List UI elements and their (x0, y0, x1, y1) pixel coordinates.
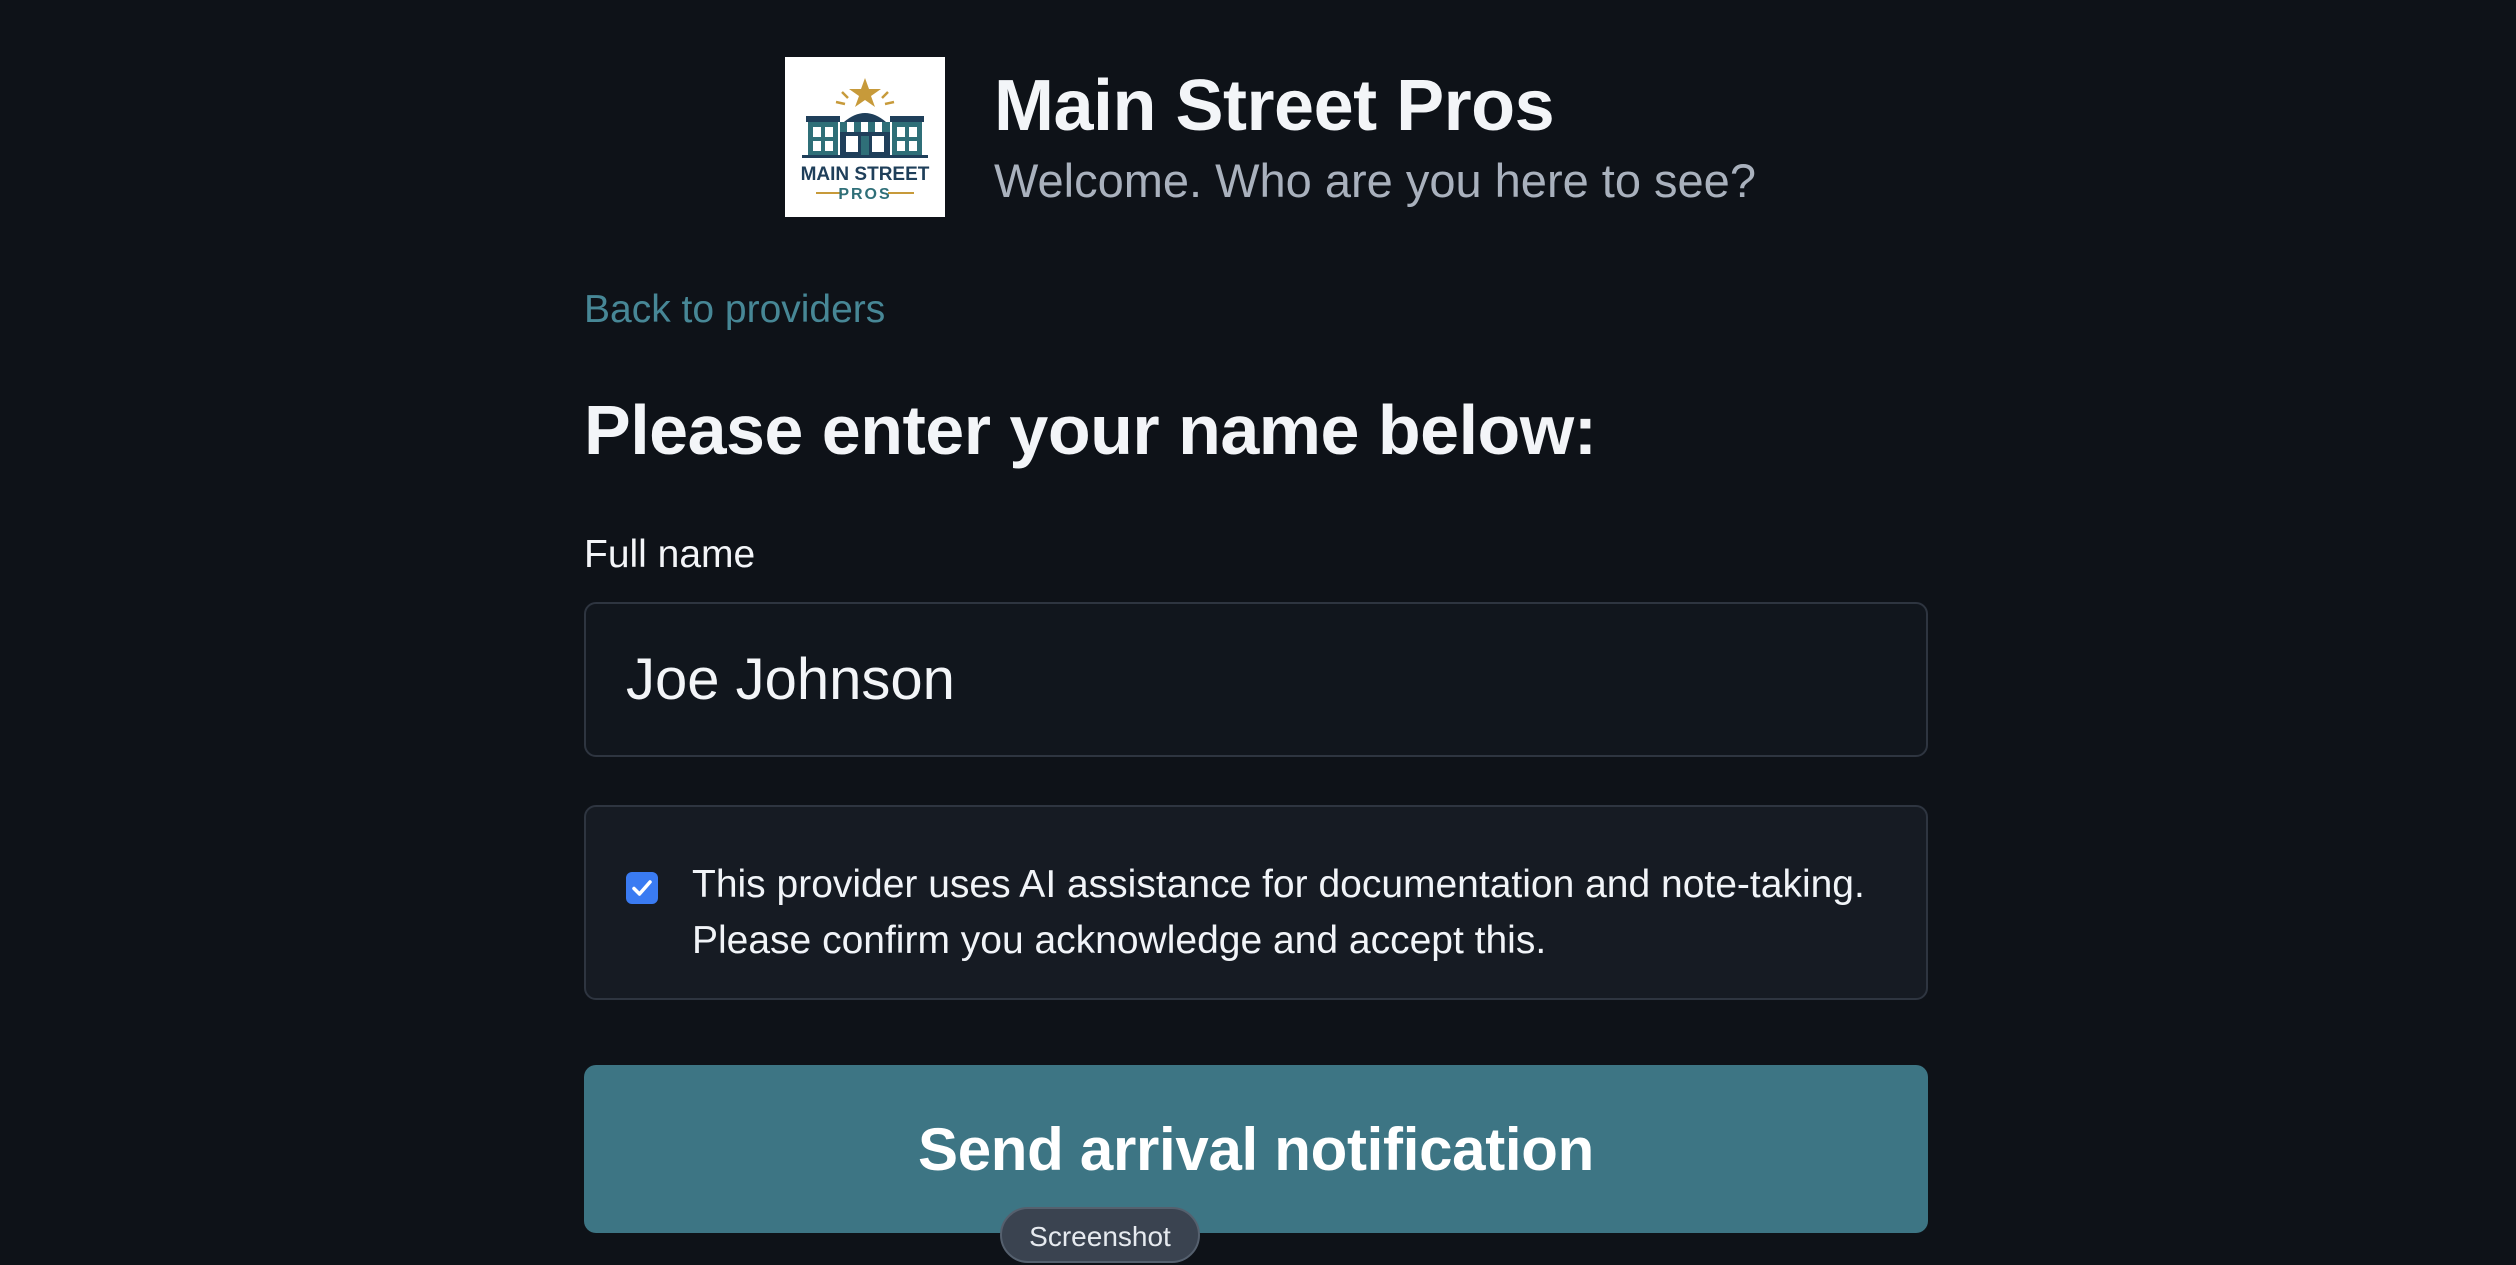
brand-subtitle: Welcome. Who are you here to see? (994, 154, 1756, 207)
ai-consent-checkbox[interactable] (626, 872, 658, 904)
svg-text:PROS: PROS (838, 186, 891, 203)
consent-line-2: Please confirm you acknowledge and accep… (692, 919, 1547, 962)
send-arrival-notification-button[interactable]: Send arrival notification (584, 1065, 1928, 1233)
header: MAIN STREET PROS Main Street Pros Welcom… (785, 57, 1756, 217)
checkmark-icon (632, 880, 652, 896)
ai-consent-box: This provider uses AI assistance for doc… (584, 805, 1928, 1000)
back-to-providers-link[interactable]: Back to providers (584, 282, 885, 338)
svg-text:MAIN STREET: MAIN STREET (801, 164, 930, 185)
brand-title: Main Street Pros (994, 66, 1555, 146)
form-heading: Please enter your name below: (584, 391, 1597, 469)
ai-consent-text: This provider uses AI assistance for doc… (692, 857, 1865, 969)
check-in-form: Back to providers Please enter your name… (584, 282, 1928, 1233)
full-name-input[interactable] (584, 602, 1928, 757)
storefront-logo-icon: MAIN STREET PROS (801, 78, 930, 203)
brand-block: Main Street Pros Welcome. Who are you he… (994, 63, 1756, 211)
full-name-label: Full name (584, 533, 756, 576)
consent-line-1: This provider uses AI assistance for doc… (692, 863, 1865, 906)
brand-logo: MAIN STREET PROS (785, 57, 945, 217)
screenshot-overlay-button[interactable]: Screenshot (1000, 1207, 1200, 1263)
